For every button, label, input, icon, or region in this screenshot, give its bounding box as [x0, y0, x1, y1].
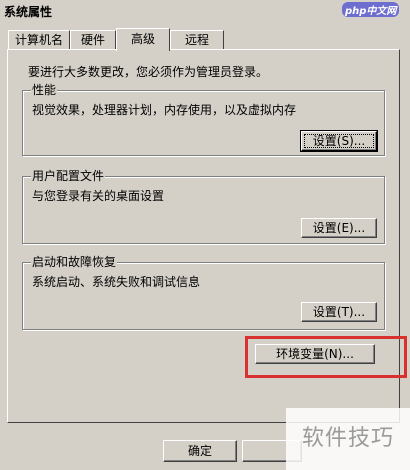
user-profiles-description: 与您登录有关的桌面设置 — [32, 189, 165, 203]
performance-settings-button[interactable]: 设置(S)... — [300, 130, 378, 152]
environment-variables-button[interactable]: 环境变量(N)... — [255, 344, 375, 364]
watermark-logo-text: php中文网 — [342, 2, 400, 17]
performance-description: 视觉效果，处理器计划，内存使用，以及虚拟内存 — [32, 103, 297, 117]
performance-group: 性能 视觉效果，处理器计划，内存使用，以及虚拟内存 设置(S)... — [22, 83, 385, 156]
tab-remote[interactable]: 远程 — [170, 30, 224, 50]
ok-button[interactable]: 确定 — [163, 440, 237, 462]
tab-label: 计算机名 — [14, 33, 63, 47]
tab-label: 硬件 — [80, 33, 105, 47]
button-label: 设置(T)... — [312, 305, 366, 319]
startup-recovery-group: 启动和故障恢复 系统启动、系统失败和调试信息 设置(T)... — [22, 255, 385, 330]
button-label: 设置(S)... — [304, 134, 374, 148]
tab-hardware[interactable]: 硬件 — [70, 30, 116, 50]
tab-strip: 计算机名 硬件 高级 远程 — [8, 28, 403, 51]
startup-recovery-settings-button[interactable]: 设置(T)... — [301, 302, 377, 322]
button-label: 环境变量(N)... — [276, 347, 354, 361]
tab-advanced[interactable]: 高级 — [116, 28, 170, 51]
user-profiles-legend: 用户配置文件 — [31, 169, 106, 183]
tab-label: 远程 — [184, 33, 209, 47]
window-title: 系统属性 — [4, 5, 53, 19]
admin-intro-text: 要进行大多数更改，您必须作为管理员登录。 — [28, 65, 269, 79]
watermark-logo: php中文网 — [342, 2, 402, 18]
watermark: 软件技巧 — [286, 408, 410, 470]
startup-recovery-description: 系统启动、系统失败和调试信息 — [32, 275, 201, 289]
user-profiles-group: 用户配置文件 与您登录有关的桌面设置 设置(E)... — [22, 169, 385, 244]
button-label: 确定 — [187, 444, 212, 458]
startup-recovery-legend: 启动和故障恢复 — [31, 255, 118, 269]
user-profiles-settings-button[interactable]: 设置(E)... — [301, 218, 377, 238]
tab-computer-name[interactable]: 计算机名 — [8, 30, 70, 50]
performance-legend: 性能 — [31, 83, 58, 97]
title-bar: 系统属性 php中文网 — [0, 0, 410, 20]
tab-label: 高级 — [130, 32, 155, 46]
button-label: 设置(E)... — [312, 221, 366, 235]
